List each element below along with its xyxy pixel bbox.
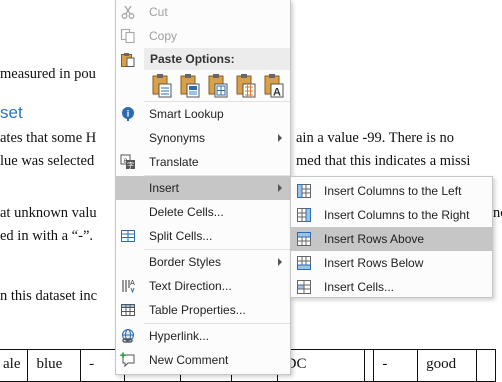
table-cell[interactable] <box>364 349 375 382</box>
menu-item-insert[interactable]: Insert <box>116 176 290 200</box>
table-cell[interactable]: ale <box>0 349 29 382</box>
submenu-arrow-icon <box>278 134 282 142</box>
menu-item-label: Split Cells... <box>149 229 213 243</box>
submenu-item-insert-rows-above[interactable]: Insert Rows Above <box>291 227 492 251</box>
insert-cells-icon <box>296 279 312 295</box>
menu-item-split-cells[interactable]: Split Cells... <box>116 224 290 248</box>
submenu-item-insert-rows-below[interactable]: Insert Rows Below <box>291 251 492 275</box>
menu-item-label: Smart Lookup <box>149 107 224 121</box>
menu-item-label: Delete Cells... <box>149 205 224 219</box>
insert-column-left-icon <box>296 183 312 199</box>
menu-item-table-properties[interactable]: Table Properties... <box>116 298 290 322</box>
insert-submenu: Insert Columns to the Left Insert Column… <box>290 176 493 298</box>
doc-text-line: ates that some H <box>0 130 97 146</box>
doc-text-line: at unknown valu <box>0 205 97 221</box>
menu-item-label: Synonyms <box>149 131 206 145</box>
paste-keep-source-formatting-button[interactable] <box>150 72 174 100</box>
table-cell[interactable]: blue <box>27 349 82 382</box>
menu-item-label: Border Styles <box>149 255 222 269</box>
doc-text-line: n this dataset inc <box>0 288 98 304</box>
submenu-item-label: Insert Columns to the Left <box>324 184 462 198</box>
doc-text-line: measured in pou <box>0 66 96 82</box>
menu-item-label: New Comment <box>149 353 229 367</box>
translate-icon: a字 <box>120 154 136 170</box>
doc-heading: set <box>0 103 23 122</box>
copy-icon <box>120 28 136 44</box>
menu-item-cut[interactable]: Cut <box>116 0 290 24</box>
svg-text:A: A <box>130 280 135 287</box>
menu-item-new-comment[interactable]: New Comment <box>116 348 290 372</box>
menu-item-hyperlink[interactable]: Hyperlink... <box>116 324 290 348</box>
submenu-item-label: Insert Cells... <box>324 280 395 294</box>
table-cell[interactable] <box>475 349 497 382</box>
menu-item-label: Translate <box>149 155 199 169</box>
svg-text:i: i <box>127 109 130 119</box>
doc-text-line: ain a value -99. There is no <box>296 130 454 146</box>
doc-text-line: med that this indicates a missi <box>296 153 471 169</box>
menu-item-label: Cut <box>149 5 168 19</box>
menu-item-translate[interactable]: a字 Translate <box>116 150 290 174</box>
menu-item-synonyms[interactable]: Synonyms <box>116 126 290 150</box>
submenu-item-insert-cells[interactable]: Insert Cells... <box>291 275 492 299</box>
menu-item-delete-cells[interactable]: Delete Cells... <box>116 200 290 224</box>
insert-row-below-icon <box>296 255 312 271</box>
clipboard-icon <box>120 52 136 68</box>
menu-item-label: Hyperlink... <box>149 329 210 343</box>
submenu-item-label: Insert Rows Below <box>324 256 424 270</box>
paste-options-title: Paste Options: <box>150 52 235 66</box>
menu-item-label: Text Direction... <box>149 279 232 293</box>
insert-row-above-icon <box>296 231 312 247</box>
menu-item-label: Copy <box>149 29 178 43</box>
table-cell[interactable]: - <box>373 349 419 382</box>
insert-column-right-icon <box>296 207 312 223</box>
doc-text-line: ed in with a “-”. <box>0 228 94 244</box>
menu-item-border-styles[interactable]: Border Styles <box>116 250 290 274</box>
menu-item-smart-lookup[interactable]: i Smart Lookup <box>116 102 290 126</box>
menu-item-label: Table Properties... <box>149 303 246 317</box>
split-cells-icon <box>120 228 136 244</box>
submenu-arrow-icon <box>278 184 282 192</box>
smart-lookup-icon: i <box>120 106 136 122</box>
paste-merge-table-button[interactable] <box>178 72 202 100</box>
submenu-item-label: Insert Rows Above <box>324 232 425 246</box>
submenu-item-insert-columns-left[interactable]: Insert Columns to the Left <box>291 179 492 203</box>
doc-text-line: lue was selected <box>0 153 95 169</box>
context-menu: Cut Copy Paste Options: A i Smart Lookup… <box>115 0 291 375</box>
menu-item-text-direction[interactable]: A Text Direction... <box>116 274 290 298</box>
menu-item-label: Insert <box>149 181 180 195</box>
hyperlink-icon <box>120 328 136 344</box>
paste-options-header: Paste Options: <box>144 48 290 70</box>
submenu-arrow-icon <box>278 258 282 266</box>
text-direction-icon: A <box>120 278 136 294</box>
svg-text:A: A <box>273 87 281 99</box>
menu-item-copy[interactable]: Copy <box>116 24 290 48</box>
paste-insert-as-new-rows-button[interactable] <box>234 72 258 100</box>
submenu-item-insert-columns-right[interactable]: Insert Columns to the Right <box>291 203 492 227</box>
paste-keep-text-only-button[interactable]: A <box>262 72 286 100</box>
table-cell[interactable]: good <box>417 349 477 382</box>
doc-text-line: nc <box>493 205 502 221</box>
scissors-icon <box>120 4 136 20</box>
svg-text:字: 字 <box>127 161 134 170</box>
new-comment-icon <box>120 352 136 368</box>
submenu-item-label: Insert Columns to the Right <box>324 208 470 222</box>
table-properties-icon <box>120 302 136 318</box>
paste-nest-table-button[interactable] <box>206 72 230 100</box>
